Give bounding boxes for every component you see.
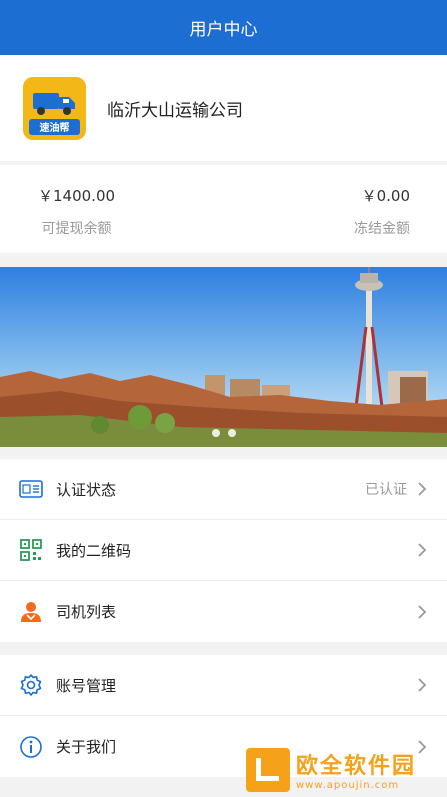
menu-item-label: 账号管理	[56, 676, 117, 695]
truck-icon	[33, 92, 75, 115]
watermark-url: www.apoujin.com	[296, 780, 400, 791]
company-logo: 速油帮	[23, 76, 86, 140]
id-card-icon	[18, 476, 44, 502]
carousel-dot[interactable]	[227, 429, 236, 437]
menu-item-qr-code[interactable]: 我的二维码	[0, 520, 447, 581]
chevron-right-icon	[418, 543, 427, 557]
chevron-right-icon	[418, 604, 427, 619]
frozen-label: 冻结金额	[354, 221, 410, 237]
menu-item-label: 认证状态	[56, 480, 117, 499]
withdrawable-label: 可提现余额	[41, 221, 112, 237]
site-watermark: 欧全软件园 www.apoujin.com	[246, 742, 447, 797]
logo-text: 速油帮	[29, 118, 80, 135]
menu-item-certification[interactable]: 认证状态 已认证	[0, 459, 447, 520]
chevron-right-icon	[418, 482, 427, 496]
banner-carousel[interactable]	[0, 267, 447, 447]
frozen-amount: ￥0.00	[361, 187, 410, 205]
page-title: 用户中心	[189, 20, 258, 40]
gear-icon	[18, 672, 44, 698]
info-icon	[18, 734, 44, 760]
driver-icon	[18, 599, 44, 625]
withdrawable-balance[interactable]: ￥1400.00 可提现余额	[38, 185, 115, 238]
balance-panel: ￥1400.00 可提现余额 ￥0.00 冻结金额	[0, 165, 447, 253]
menu-item-label: 我的二维码	[56, 541, 132, 560]
company-name: 临沂大山运输公司	[107, 100, 243, 121]
menu-item-account-management[interactable]: 账号管理	[0, 655, 447, 716]
withdrawable-amount: ￥1400.00	[38, 187, 116, 205]
profile-card[interactable]: 速油帮 临沂大山运输公司	[0, 55, 447, 161]
menu-group-primary: 认证状态 已认证 我的二维码 司机列表	[0, 459, 447, 642]
menu-item-label: 司机列表	[56, 603, 117, 621]
qr-code-icon	[18, 537, 44, 563]
watermark-title: 欧全软件园	[296, 754, 417, 779]
menu-item-driver-list[interactable]: 司机列表	[0, 581, 447, 642]
frozen-balance[interactable]: ￥0.00 冻结金额	[354, 185, 410, 238]
watermark-logo-icon	[246, 747, 290, 792]
app-header: 用户中心	[0, 0, 447, 55]
banner-image	[0, 267, 447, 447]
carousel-indicators	[0, 429, 447, 437]
chevron-right-icon	[418, 678, 427, 692]
certification-status: 已认证	[365, 482, 407, 498]
carousel-dot[interactable]	[211, 429, 220, 437]
